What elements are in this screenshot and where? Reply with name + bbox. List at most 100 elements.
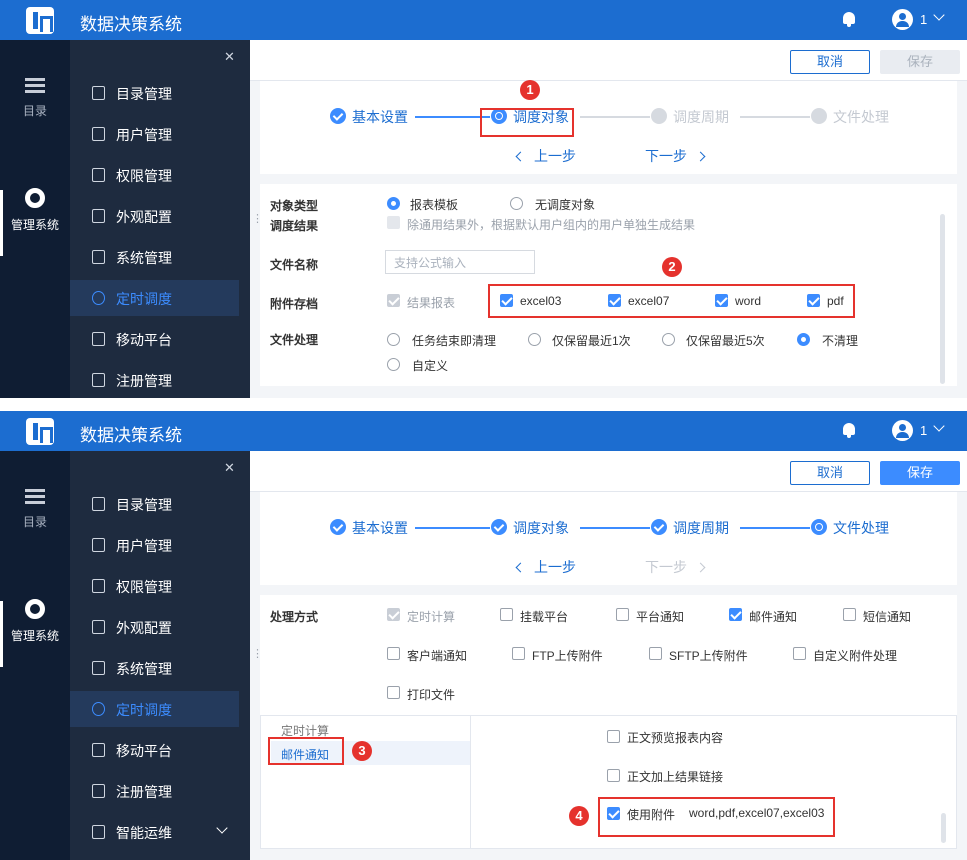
next-step-button[interactable]: 下一步: [645, 557, 706, 577]
catalog-icon: [92, 497, 105, 511]
opt-label: 无调度对象: [535, 198, 596, 212]
radio-keep-5[interactable]: [662, 333, 675, 346]
timed-calc-checkbox[interactable]: [387, 608, 400, 621]
step-label: 调度对象: [513, 520, 569, 536]
scrollbar[interactable]: [941, 813, 946, 843]
cancel-button[interactable]: 取消: [790, 50, 870, 74]
avatar[interactable]: [892, 420, 913, 441]
step-connector: [740, 527, 810, 529]
preview-content-checkbox[interactable]: [607, 730, 620, 743]
pending-step-icon: [651, 108, 667, 124]
nav-item-system[interactable]: 系统管理: [70, 650, 250, 686]
nav-item-register[interactable]: 注册管理: [70, 362, 250, 398]
nav-label: 外观配置: [116, 209, 172, 225]
nav-item-schedule[interactable]: 定时调度: [70, 691, 239, 727]
pin-icon[interactable]: ✕: [224, 461, 238, 475]
step-label: 基本设置: [352, 520, 408, 536]
bell-icon[interactable]: [843, 12, 855, 27]
save-button[interactable]: 保存: [880, 50, 960, 74]
steps-bar: 基本设置 调度对象 调度周期 文件处理 上一步 下一步: [260, 81, 957, 174]
username[interactable]: 1: [920, 423, 927, 438]
username[interactable]: 1: [920, 12, 927, 27]
app-title: 数据决策系统: [80, 426, 182, 445]
bell-icon[interactable]: [843, 423, 855, 438]
nav-item-catalog[interactable]: 目录管理: [70, 486, 250, 522]
radio-clean-on-end[interactable]: [387, 333, 400, 346]
avatar[interactable]: [892, 9, 913, 30]
nav-label: 目录管理: [116, 497, 172, 513]
rail-item-catalog[interactable]: 目录: [0, 489, 70, 530]
file-name-input[interactable]: 支持公式输入: [385, 250, 535, 274]
prev-step-button[interactable]: 上一步: [515, 146, 576, 166]
opt-label: 自定义附件处理: [813, 649, 898, 663]
email-notify-checkbox[interactable]: [729, 608, 742, 621]
opt-label: 正文加上结果链接: [627, 770, 724, 784]
chevron-right-icon: [695, 562, 706, 573]
cancel-button[interactable]: 取消: [790, 461, 870, 485]
step-connector: [580, 527, 650, 529]
radio-no-object[interactable]: [510, 197, 523, 210]
drag-handle-icon[interactable]: ⋮: [252, 647, 263, 660]
highlight-box: [488, 284, 855, 318]
nav-label: 注册管理: [116, 784, 172, 800]
timer-icon: [92, 291, 105, 305]
pin-icon[interactable]: ✕: [224, 50, 238, 64]
print-file-checkbox[interactable]: [387, 686, 400, 699]
drag-handle-icon[interactable]: ⋮: [252, 212, 263, 225]
prev-step-button[interactable]: 上一步: [515, 557, 576, 577]
radio-report-template[interactable]: [387, 197, 400, 210]
next-step-button[interactable]: 下一步: [645, 146, 706, 166]
chevron-down-icon[interactable]: [933, 9, 945, 21]
nav-label: 定时调度: [116, 702, 172, 718]
rail-item-catalog[interactable]: 目录: [0, 78, 70, 119]
mobile-icon: [92, 743, 105, 757]
ftp-upload-checkbox[interactable]: [512, 647, 525, 660]
nav-item-permission[interactable]: 权限管理: [70, 157, 250, 193]
scrollbar[interactable]: [940, 214, 945, 384]
nav-item-mobile[interactable]: 移动平台: [70, 732, 250, 768]
file-name-label: 文件名称: [270, 258, 319, 272]
nav-item-appearance[interactable]: 外观配置: [70, 609, 250, 645]
nav-item-ops[interactable]: 智能运维: [70, 814, 250, 850]
pending-step-icon: [811, 108, 827, 124]
callout-badge-4: 4: [569, 806, 589, 826]
radio-keep-1[interactable]: [528, 333, 541, 346]
nav-item-system[interactable]: 系统管理: [70, 239, 250, 275]
sftp-upload-checkbox[interactable]: [649, 647, 662, 660]
nav-item-register[interactable]: 注册管理: [70, 773, 250, 809]
opt-label: 挂载平台: [520, 610, 569, 624]
custom-attach-checkbox[interactable]: [793, 647, 806, 660]
nav-item-users[interactable]: 用户管理: [70, 527, 250, 563]
nav-item-catalog[interactable]: 目录管理: [70, 75, 250, 111]
split-result-checkbox[interactable]: [387, 216, 400, 229]
nav-item-mobile[interactable]: 移动平台: [70, 321, 250, 357]
current-step-icon: [811, 519, 827, 535]
radio-custom[interactable]: [387, 358, 400, 371]
rail-catalog-label: 目录: [22, 515, 47, 529]
platform-notify-checkbox[interactable]: [616, 608, 629, 621]
radio-no-clean[interactable]: [797, 333, 810, 346]
rail-item-manage[interactable]: 管理系统: [0, 188, 70, 233]
result-report-checkbox[interactable]: [387, 294, 400, 307]
nav-item-users[interactable]: 用户管理: [70, 116, 250, 152]
nav-item-schedule[interactable]: 定时调度: [70, 280, 239, 316]
mount-platform-checkbox[interactable]: [500, 608, 513, 621]
opt-label: 仅保留最近1次: [552, 334, 631, 348]
result-link-checkbox[interactable]: [607, 769, 620, 782]
chevron-down-icon[interactable]: [933, 420, 945, 432]
client-notify-checkbox[interactable]: [387, 647, 400, 660]
brush-icon: [92, 209, 105, 223]
app-logo: [26, 418, 54, 445]
nav-item-appearance[interactable]: 外观配置: [70, 198, 250, 234]
check-icon: [651, 519, 667, 535]
opt-label: 打印文件: [407, 688, 456, 702]
ops-icon: [92, 825, 105, 839]
sms-notify-checkbox[interactable]: [843, 608, 856, 621]
rail-item-manage[interactable]: 管理系统: [0, 599, 70, 644]
save-button[interactable]: 保存: [880, 461, 960, 485]
highlight-box: [480, 108, 574, 137]
step-connector: [740, 116, 810, 118]
highlight-box: [598, 797, 835, 837]
mobile-icon: [92, 332, 105, 346]
nav-item-permission[interactable]: 权限管理: [70, 568, 250, 604]
